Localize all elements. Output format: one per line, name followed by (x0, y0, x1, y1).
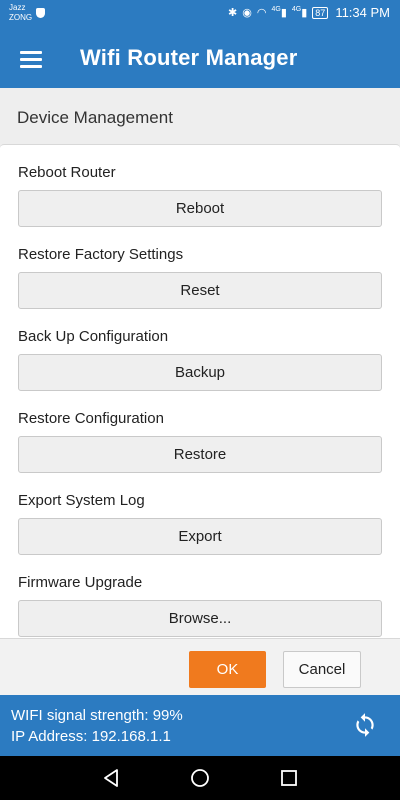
hamburger-menu-icon[interactable] (14, 46, 48, 72)
eye-icon: ◉ (242, 7, 252, 19)
status-icons: ✱ ◉ ◠ 4G▮ 4G▮ 87 11:34 PM (228, 5, 390, 20)
system-nav-bar (0, 756, 400, 800)
export-button[interactable]: Export (18, 518, 382, 555)
restore-factory-settings-label: Restore Factory Settings (18, 246, 184, 263)
status-bar: Jazz ZONG ✱ ◉ ◠ 4G▮ 4G▮ 87 11:34 PM (0, 0, 400, 28)
reboot-router-label: Reboot Router (18, 164, 116, 181)
backup-button[interactable]: Backup (18, 354, 382, 391)
browse-button[interactable]: Browse... (18, 600, 382, 637)
recents-icon[interactable] (278, 767, 300, 789)
signal-icon-2: 4G▮ (291, 6, 308, 19)
reboot-button[interactable]: Reboot (18, 190, 382, 227)
battery-icon: 87 (312, 6, 329, 19)
firmware-upgrade-label: Firmware Upgrade (18, 574, 143, 591)
ok-button[interactable]: OK (189, 651, 266, 688)
dialog-footer: OK Cancel (0, 638, 400, 695)
app-bar: Wifi Router Manager (0, 28, 400, 88)
clock: 11:34 PM (335, 5, 390, 20)
carrier-shield-icon (36, 8, 45, 18)
restore-button[interactable]: Restore (18, 436, 382, 473)
signal-icon-1: 4G▮ (271, 6, 287, 19)
carrier-line-1: Jazz (9, 3, 26, 12)
device-management-card: Reboot Router Reboot Restore Factory Set… (0, 144, 400, 638)
app-title: Wifi Router Manager (80, 45, 298, 70)
reset-button[interactable]: Reset (18, 272, 382, 309)
carrier-line-2: ZONG (9, 13, 33, 22)
back-up-configuration-label: Back Up Configuration (18, 328, 169, 345)
cancel-button[interactable]: Cancel (283, 651, 361, 688)
export-system-log-label: Export System Log (18, 492, 145, 509)
wifi-icon: ◠ (256, 7, 267, 19)
info-bar: WIFI signal strength: 99% IP Address: 19… (0, 695, 400, 756)
restore-configuration-label: Restore Configuration (18, 410, 164, 427)
wifi-signal-strength: WIFI signal strength: 99% (11, 707, 183, 724)
back-icon[interactable] (100, 767, 122, 789)
home-icon[interactable] (189, 767, 211, 789)
ip-address: IP Address: 192.168.1.1 (11, 728, 171, 745)
carrier-label: Jazz ZONG (9, 3, 32, 23)
bluetooth-icon: ✱ (228, 7, 238, 19)
refresh-icon[interactable] (352, 712, 378, 738)
section-title: Device Management (17, 108, 173, 127)
